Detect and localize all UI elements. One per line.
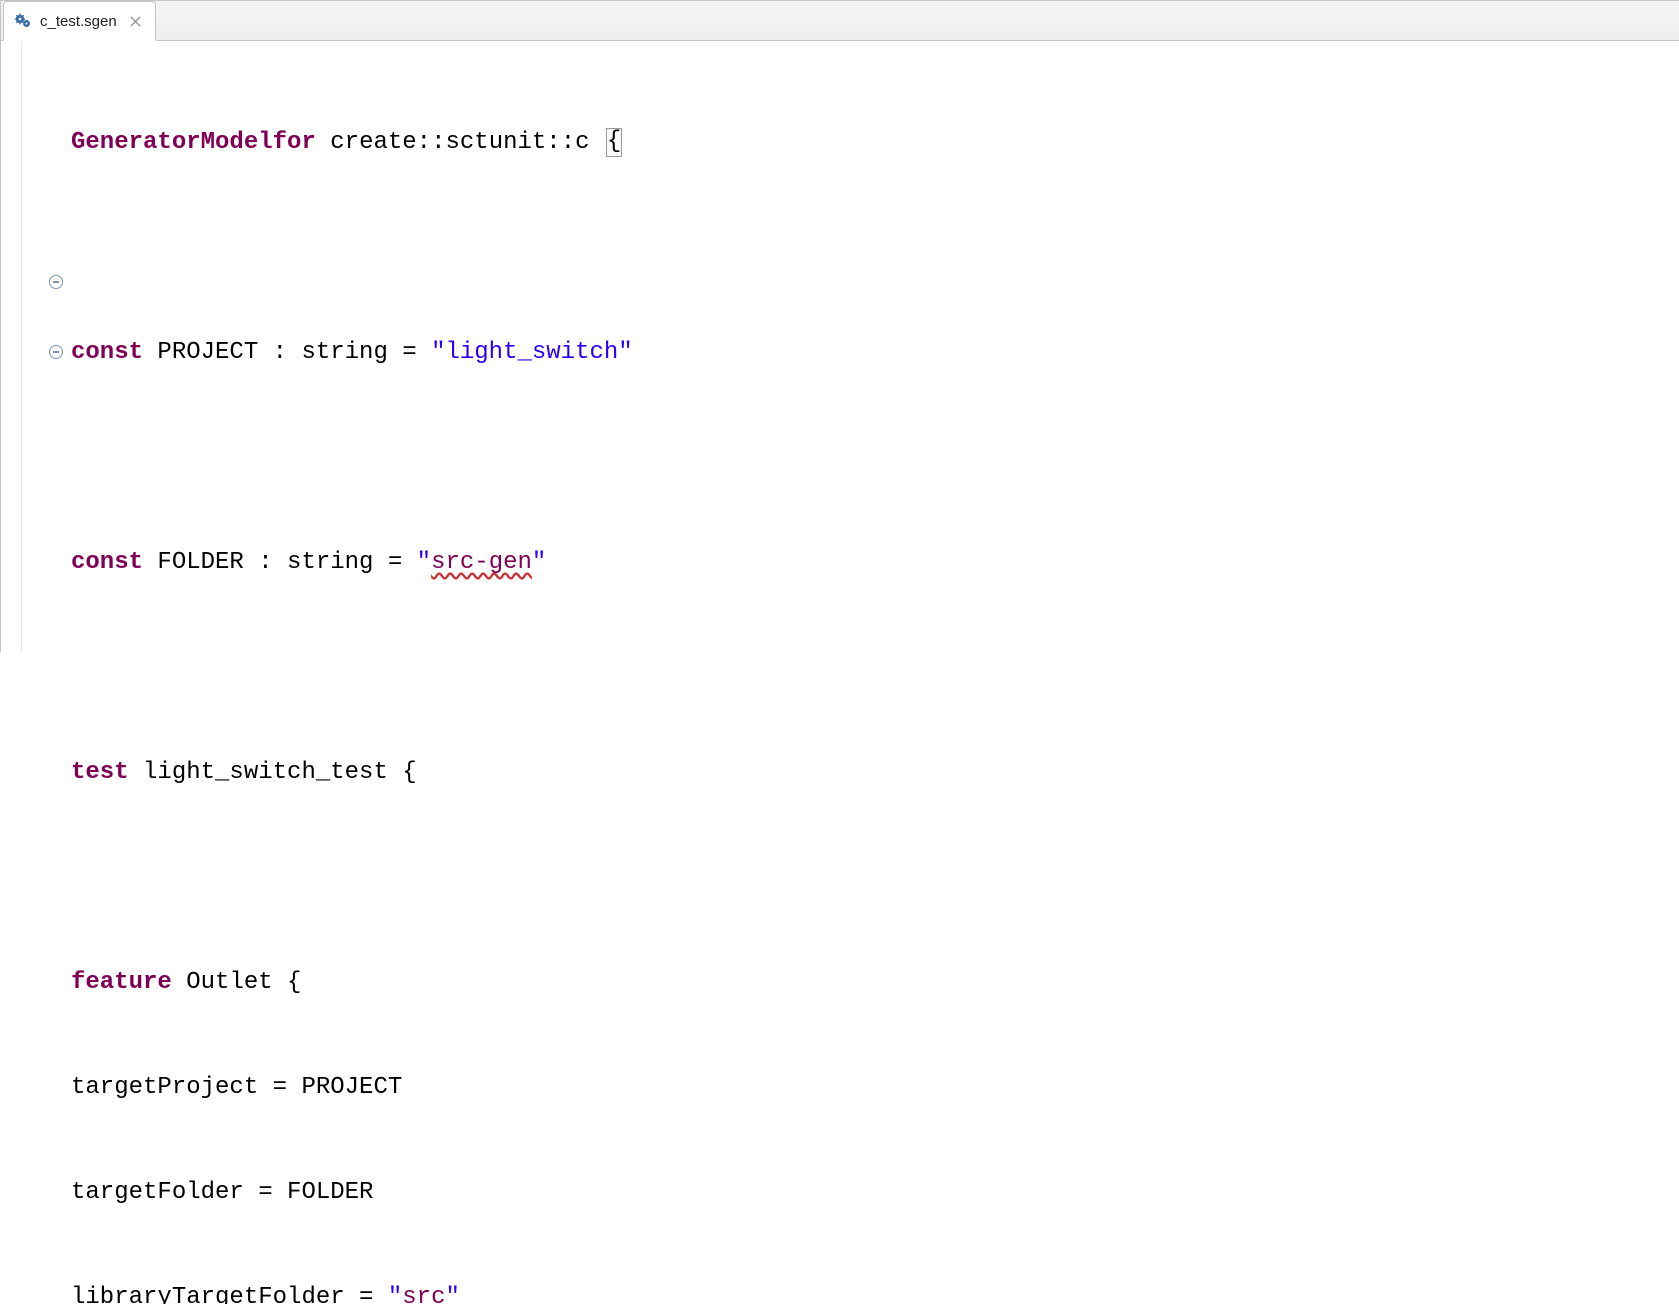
code-line (71, 650, 1679, 685)
code-line: libraryTargetFolder = "src" (71, 1280, 1679, 1304)
tab-filename: c_test.sgen (40, 13, 117, 30)
editor[interactable]: GeneratorModel for create::sctunit::c { … (1, 41, 1679, 652)
gutter (1, 41, 65, 652)
code-area[interactable]: GeneratorModel for create::sctunit::c { … (65, 41, 1679, 652)
code-line (71, 440, 1679, 475)
code-line (71, 860, 1679, 895)
code-line (71, 230, 1679, 265)
code-line: const PROJECT : string = "light_switch" (71, 335, 1679, 370)
code-line: targetFolder = FOLDER (71, 1175, 1679, 1210)
tab-bar: c_test.sgen (1, 1, 1679, 41)
close-icon[interactable] (129, 14, 143, 28)
code-line: const FOLDER : string = "src-gen" (71, 545, 1679, 580)
code-line: targetProject = PROJECT (71, 1070, 1679, 1105)
code-line: feature Outlet { (71, 965, 1679, 1000)
fold-toggle[interactable] (49, 275, 63, 289)
fold-toggle[interactable] (49, 345, 63, 359)
code-line: test light_switch_test { (71, 755, 1679, 790)
cursor-box: { (606, 128, 622, 156)
code-line: GeneratorModel for create::sctunit::c { (71, 125, 1679, 160)
editor-tab[interactable]: c_test.sgen (3, 1, 156, 41)
gears-icon (14, 12, 32, 30)
